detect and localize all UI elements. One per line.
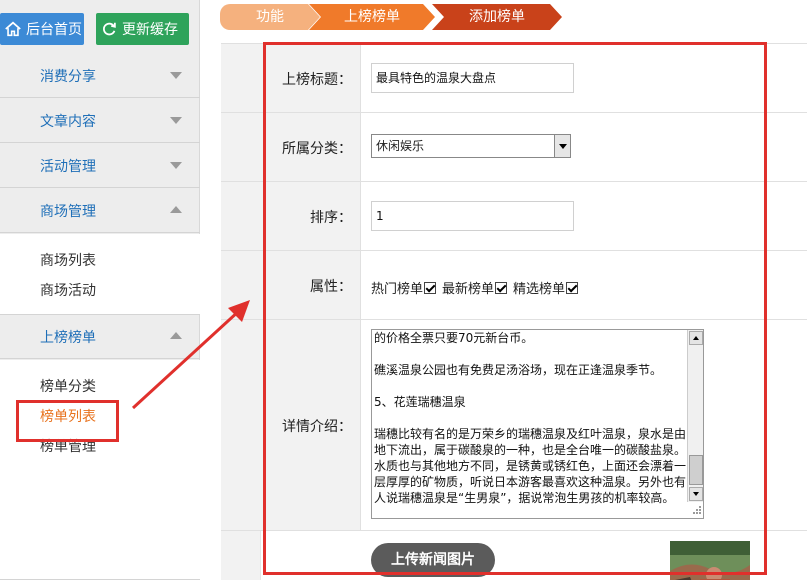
menu-activity-management[interactable]: 活动管理 [0,144,200,188]
annotation-highlight-form [263,42,767,575]
breadcrumb-step-add-ranking: 添加榜单 [432,4,562,30]
home-icon [5,21,21,37]
refresh-cache-button[interactable]: 更新缓存 [96,13,189,45]
annotation-highlight-rank-list [16,400,119,442]
menu-label: 消费分享 [40,69,96,85]
menu-label: 上榜榜单 [40,330,96,346]
sidebar: 后台首页 更新缓存 消费分享 文章内容 活动管理 商场管理 商场列表 商场活动 … [0,0,200,580]
menu-label: 商场管理 [40,204,96,220]
home-button-label: 后台首页 [26,22,82,38]
chevron-down-icon [170,162,182,169]
menu-mall-management[interactable]: 商场管理 [0,189,200,233]
chevron-up-icon [170,206,182,213]
chevron-down-icon [170,117,182,124]
home-button[interactable]: 后台首页 [0,13,84,45]
submenu-item-rank-category[interactable]: 榜单分类 [40,376,96,396]
chevron-up-icon [170,332,182,339]
submenu-mall: 商场列表 商场活动 [0,234,200,315]
menu-label: 活动管理 [40,159,96,175]
refresh-cache-label: 更新缓存 [122,22,178,38]
chevron-down-icon [170,72,182,79]
menu-consumer-share[interactable]: 消费分享 [0,54,200,98]
submenu-item-mall-activity[interactable]: 商场活动 [40,280,96,300]
submenu-ranking: 榜单分类 榜单列表 榜单管理 [0,360,200,580]
menu-label: 文章内容 [40,114,96,130]
breadcrumb-step-ranking[interactable]: 上榜榜单 [309,4,435,30]
menu-article-content[interactable]: 文章内容 [0,99,200,143]
breadcrumb-step-function[interactable]: 功能 [220,4,320,30]
refresh-icon [103,22,116,36]
submenu-item-mall-list[interactable]: 商场列表 [40,250,96,270]
menu-ranking-list[interactable]: 上榜榜单 [0,315,200,359]
label-cell [221,531,261,580]
